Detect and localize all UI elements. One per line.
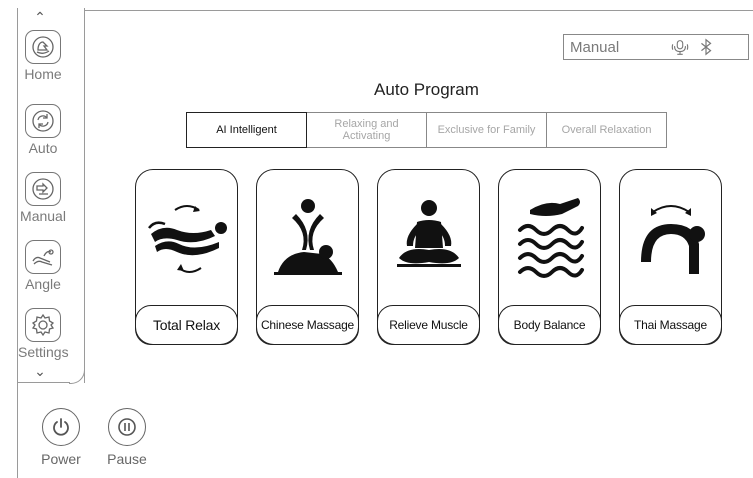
frame-top-line bbox=[84, 10, 753, 11]
program-card-label: Total Relax bbox=[135, 305, 238, 345]
program-tabs: AI Intelligent Relaxing and Activating E… bbox=[186, 112, 667, 148]
meditation-icon bbox=[384, 186, 474, 286]
power-icon bbox=[42, 408, 80, 446]
recline-body-icon bbox=[142, 186, 232, 286]
page-title: Auto Program bbox=[374, 80, 479, 99]
scroll-up-icon[interactable]: ⌃ bbox=[18, 10, 62, 24]
tab-ai-intelligent[interactable]: AI Intelligent bbox=[186, 112, 307, 148]
sidebar-item-label: Angle bbox=[25, 276, 61, 292]
thai-stretch-icon bbox=[626, 186, 716, 286]
mode-status: Manual bbox=[570, 38, 620, 56]
sidebar: ⌃ Home Auto Manual Angle Settings ⌄ bbox=[18, 8, 85, 383]
program-card-label: Chinese Massage bbox=[256, 305, 359, 345]
pause-icon bbox=[108, 408, 146, 446]
auto-cycle-icon bbox=[25, 104, 61, 138]
program-card-total-relax[interactable]: Total Relax bbox=[135, 169, 238, 345]
power-button[interactable]: Power bbox=[36, 408, 86, 467]
tab-exclusive-family[interactable]: Exclusive for Family bbox=[427, 112, 547, 148]
scroll-down-icon[interactable]: ⌄ bbox=[18, 364, 62, 378]
waves-hand-icon bbox=[505, 186, 595, 286]
sidebar-item-label: Settings bbox=[18, 344, 69, 360]
sidebar-item-angle[interactable]: Angle bbox=[18, 240, 68, 292]
home-hand-icon bbox=[25, 30, 61, 64]
program-card-label: Relieve Muscle bbox=[377, 305, 480, 345]
program-card-thai-massage[interactable]: Thai Massage bbox=[619, 169, 722, 345]
tab-relaxing-activating[interactable]: Relaxing and Activating bbox=[307, 112, 427, 148]
status-bar: Manual bbox=[563, 34, 749, 60]
sidebar-item-home[interactable]: Home bbox=[18, 30, 68, 82]
voice-mic-icon[interactable] bbox=[669, 36, 691, 58]
angle-recline-icon bbox=[25, 240, 61, 274]
pause-button[interactable]: Pause bbox=[102, 408, 152, 467]
sidebar-item-settings[interactable]: Settings bbox=[18, 308, 69, 360]
program-card-body-balance[interactable]: Body Balance bbox=[498, 169, 601, 345]
manual-hand-icon bbox=[25, 172, 61, 206]
sidebar-item-label: Auto bbox=[28, 140, 58, 156]
sidebar-item-manual[interactable]: Manual bbox=[18, 172, 68, 224]
pause-label: Pause bbox=[107, 451, 147, 467]
sidebar-item-auto[interactable]: Auto bbox=[18, 104, 68, 156]
chinese-massage-icon bbox=[263, 186, 353, 286]
settings-gear-icon bbox=[25, 308, 61, 342]
sidebar-divider bbox=[18, 382, 70, 383]
tab-overall-relaxation[interactable]: Overall Relaxation bbox=[547, 112, 667, 148]
sidebar-item-label: Manual bbox=[20, 208, 66, 224]
program-card-label: Body Balance bbox=[498, 305, 601, 345]
program-card-relieve-muscle[interactable]: Relieve Muscle bbox=[377, 169, 480, 345]
program-card-label: Thai Massage bbox=[619, 305, 722, 345]
power-label: Power bbox=[41, 451, 81, 467]
program-card-chinese-massage[interactable]: Chinese Massage bbox=[256, 169, 359, 345]
bluetooth-icon[interactable] bbox=[695, 36, 717, 58]
